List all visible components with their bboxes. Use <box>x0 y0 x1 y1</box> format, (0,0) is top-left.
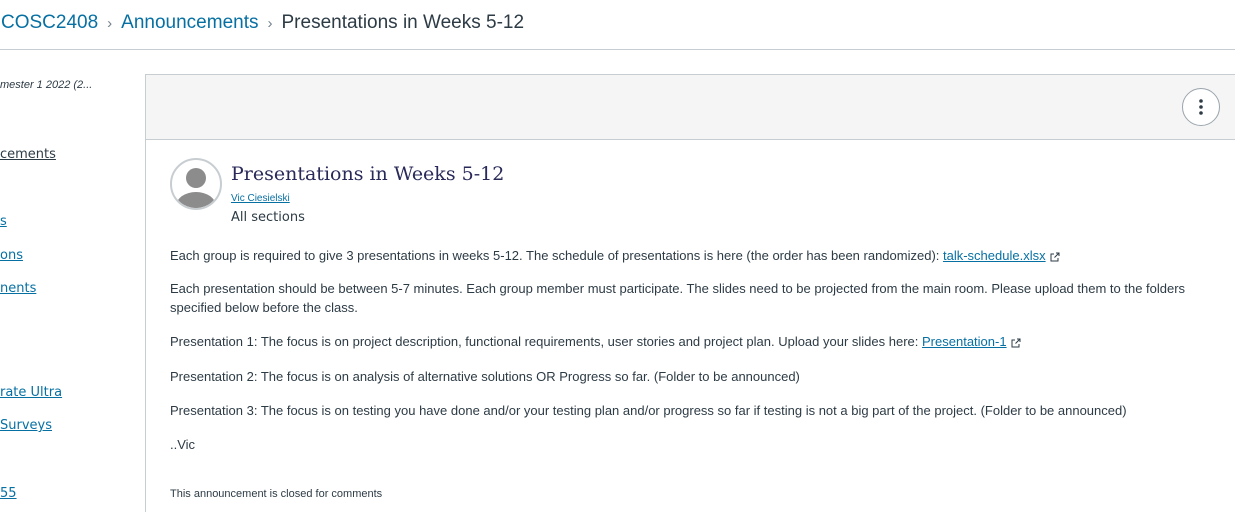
breadcrumb-separator-icon: › <box>267 14 273 32</box>
announcement-paragraph: Presentation 2: The focus is on analysis… <box>170 369 800 384</box>
external-link-icon <box>1050 252 1060 262</box>
sidebar-item-assignments[interactable]: nents <box>0 281 36 296</box>
breadcrumb-announcements-link[interactable]: Announcements <box>121 12 258 34</box>
breadcrumb-separator-icon: › <box>107 14 113 32</box>
presentation-1-link[interactable]: Presentation-1 <box>922 334 1007 349</box>
sidebar-item-collaborate-ultra[interactable]: rate Ultra <box>0 385 62 400</box>
sidebar-item-announcements[interactable]: cements <box>0 147 56 162</box>
sections-label: All sections <box>231 210 305 225</box>
announcement-paragraph: Presentation 3: The focus is on testing … <box>170 403 1127 418</box>
announcement-title: Presentations in Weeks 5-12 <box>231 163 505 185</box>
breadcrumb-current: Presentations in Weeks 5-12 <box>281 12 525 33</box>
sidebar-item-surveys[interactable]: Surveys <box>0 418 52 433</box>
paragraph-text: Presentation 1: The focus is on project … <box>170 334 923 349</box>
announcement-panel: Presentations in Weeks 5-12 Vic Ciesiels… <box>145 74 1235 512</box>
breadcrumb-course-link[interactable]: COSC2408 <box>1 12 98 34</box>
author-avatar[interactable] <box>170 158 222 210</box>
more-options-button[interactable] <box>1182 88 1220 126</box>
sidebar-item-discussions[interactable]: ons <box>0 248 23 263</box>
sidebar-item-55[interactable]: 55 <box>0 486 17 501</box>
announcement-toolbar <box>146 74 1235 140</box>
more-vertical-icon <box>1199 99 1203 115</box>
announcement-signature: ..Vic <box>170 437 196 452</box>
breadcrumb: COSC2408 › Announcements › Presentations… <box>0 0 1235 46</box>
paragraph-text: Each group is required to give 3 present… <box>170 248 943 263</box>
comments-closed-note: This announcement is closed for comments <box>170 488 383 500</box>
header-divider <box>0 49 1235 50</box>
announcement-paragraph: Presentation 1: The focus is on project … <box>170 332 1230 351</box>
external-link-icon <box>1011 338 1021 348</box>
announcement-paragraph: Each group is required to give 3 present… <box>170 246 1230 265</box>
talk-schedule-link[interactable]: talk-schedule.xlsx <box>943 248 1046 263</box>
term-label: mester 1 2022 (2... <box>0 79 93 91</box>
author-link[interactable]: Vic Ciesielski <box>231 193 290 204</box>
sidebar-item-modules[interactable]: s <box>0 214 7 229</box>
user-avatar-icon <box>176 168 216 208</box>
course-navigation: mester 1 2022 (2... cements s ons nents … <box>0 50 140 512</box>
announcement-paragraph: Each presentation should be between 5-7 … <box>170 281 1186 315</box>
